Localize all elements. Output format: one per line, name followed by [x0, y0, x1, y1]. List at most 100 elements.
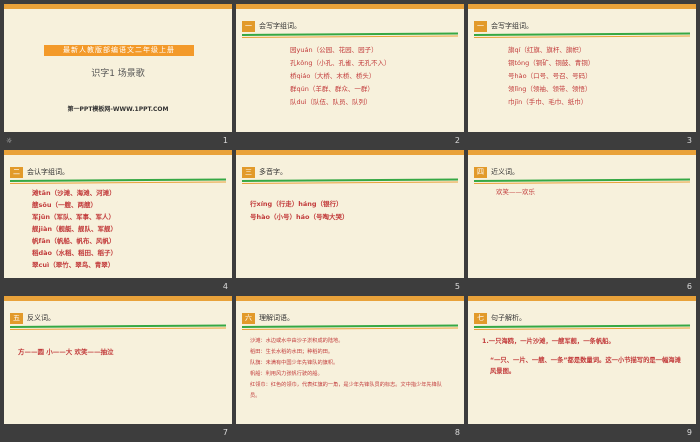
slide-label-3: 3 — [468, 132, 696, 150]
slide-top-bar — [4, 4, 232, 9]
list-item: 红领巾：红色的领巾，代表红旗的一角，是少年先锋队员的标志。文中指少年先锋队员。 — [250, 382, 442, 399]
slide-label-7: 7 — [4, 424, 232, 442]
list-item: 巾jīn（手巾、毛巾、纸巾） — [508, 98, 588, 106]
section-badge: 五 — [10, 313, 23, 324]
slide-thumbnail-4[interactable]: 二 会认字组词。 滩tān（沙滩、海滩、河滩） 艘sōu（一艘、两艘） 军jūn… — [4, 150, 232, 278]
list-item: 军jūn（军队、军事、军人） — [32, 213, 115, 221]
slide-number: 3 — [686, 136, 692, 145]
list-item: 号hào（口号、号召、号码） — [508, 72, 592, 80]
list-item: 孔kǒng（小孔、孔雀、无孔不入） — [290, 59, 391, 67]
slide-top-bar — [236, 150, 464, 155]
section-title: 会认字组词。 — [27, 168, 69, 176]
list-item: 方——圆 小——大 欢笑——抽泣 — [18, 348, 114, 356]
sentence-analysis: 1.一只海鸥，一片沙滩，一艘军舰，一条帆船。 “一只、一片、一艘、一条”都是数量… — [482, 336, 687, 377]
list-item: 舰jiàn（舰艇、舰队、军舰） — [32, 225, 117, 233]
word-list: 欢笑——欢乐 — [496, 186, 535, 199]
section-badge: 一 — [242, 21, 255, 32]
slide-number: 1 — [222, 136, 228, 145]
slide-label-1: ☼ 1 — [4, 132, 232, 150]
definition-list: 沙滩：水边或水中由沙子淤积成的陆地。 稻田：生长水稻的水田；种稻的田。 队旗：未… — [250, 336, 445, 402]
list-item: 领lǐng（领袖、领带、领悟） — [508, 85, 592, 93]
slide-label-9: 9 — [468, 424, 696, 442]
divider-orange — [241, 327, 458, 330]
slide-thumbnail-5[interactable]: 三 多音字。 行xíng（行走）háng（银行） 号hào（小号）háo（号啕大… — [236, 150, 464, 278]
list-item: 铜tóng（铜矿、铜鼓、青铜） — [508, 59, 595, 67]
lesson-title: 识字1 场景歌 — [91, 69, 145, 79]
section-badge: 二 — [10, 167, 23, 178]
section-title: 近义词。 — [491, 168, 519, 176]
slide-label-5: 5 — [236, 278, 464, 296]
divider-orange — [241, 181, 458, 184]
section-title: 会写字组词。 — [491, 22, 533, 30]
word-list: 方——圆 小——大 欢笑——抽泣 — [18, 346, 114, 359]
slide-label-6: 6 — [468, 278, 696, 296]
list-item: 园yuán（公园、花园、园子） — [290, 46, 378, 54]
word-list: 旗qí（红旗、旗杆、旗帜） 铜tóng（铜矿、铜鼓、青铜） 号hào（口号、号召… — [508, 44, 594, 109]
list-item: 艘sōu（一艘、两艘） — [32, 201, 97, 209]
slide-top-bar — [236, 4, 464, 9]
slide-transition-icon: ☼ — [6, 137, 13, 145]
list-item: “一只、一片、一艘、一条”都是数量词。这一小节描写的是一幅海滩风景图。 — [490, 357, 681, 375]
list-item: 滩tān（沙滩、海滩、河滩） — [32, 189, 116, 197]
slide-number: 4 — [222, 282, 228, 291]
slide-top-bar — [4, 150, 232, 155]
list-item: 群qún（羊群、群众、一群） — [290, 85, 374, 93]
slide-thumbnail-3[interactable]: 一 会写字组词。 旗qí（红旗、旗杆、旗帜） 铜tóng（铜矿、铜鼓、青铜） 号… — [468, 4, 696, 132]
section-badge: 三 — [242, 167, 255, 178]
slide-number: 2 — [454, 136, 460, 145]
word-list: 滩tān（沙滩、海滩、河滩） 艘sōu（一艘、两艘） 军jūn（军队、军事、军人… — [32, 187, 117, 271]
slide-top-bar — [468, 150, 696, 155]
list-item: 稻dào（水稻、稻田、稻子） — [32, 249, 118, 257]
list-item: 号hào（小号）háo（号啕大哭） — [250, 213, 349, 221]
list-item: 桥qiáo（大桥、木桥、桥头） — [290, 72, 376, 80]
slide-top-bar — [4, 296, 232, 301]
site-label: 第一PPT模板网-WWW.1PPT.COM — [67, 106, 169, 113]
list-item: 欢笑——欢乐 — [496, 188, 535, 196]
list-item: 翠cuì（翠竹、翠鸟、青翠） — [32, 261, 115, 269]
slide-number: 7 — [222, 428, 228, 437]
section-badge: 七 — [474, 313, 487, 324]
list-item: 沙滩：水边或水中由沙子淤积成的陆地。 — [250, 338, 344, 344]
section-badge: 六 — [242, 313, 255, 324]
section-badge: 一 — [474, 21, 487, 32]
list-item: 帆船：利用风力张帆行驶的船。 — [250, 371, 323, 377]
slide-label-2: 2 — [236, 132, 464, 150]
list-item: 队duì（队伍、队员、队列） — [290, 98, 372, 106]
slide-top-bar — [236, 296, 464, 301]
section-title: 理解词语。 — [259, 314, 294, 322]
section-title: 反义词。 — [27, 314, 55, 322]
section-title: 句子解析。 — [491, 314, 526, 322]
list-item: 队旗：未满有中国少年先锋队的旗帜。 — [250, 360, 339, 366]
section-badge: 四 — [474, 167, 487, 178]
slide-thumbnail-9[interactable]: 七 句子解析。 1.一只海鸥，一片沙滩，一艘军舰，一条帆船。 “一只、一片、一艘… — [468, 296, 696, 424]
slide-number: 9 — [686, 428, 692, 437]
slide-thumbnail-7[interactable]: 五 反义词。 方——圆 小——大 欢笑——抽泣 — [4, 296, 232, 424]
slide-thumbnail-6[interactable]: 四 近义词。 欢笑——欢乐 — [468, 150, 696, 278]
slide-sorter-grid: 最新人教版部编语文二年级上册 识字1 场景歌 第一PPT模板网-WWW.1PPT… — [0, 0, 700, 438]
slide-label-8: 8 — [236, 424, 464, 442]
slide-top-bar — [468, 296, 696, 301]
slide-number: 5 — [454, 282, 460, 291]
divider-orange — [241, 35, 458, 38]
divider-orange — [9, 327, 226, 330]
slide-label-4: 4 — [4, 278, 232, 296]
divider-orange — [473, 327, 690, 330]
list-item: 帆fān（帆船、帆布、风帆） — [32, 237, 116, 245]
slide-number: 8 — [454, 428, 460, 437]
section-title: 多音字。 — [259, 168, 287, 176]
word-list: 行xíng（行走）háng（银行） 号hào（小号）háo（号啕大哭） — [250, 198, 348, 224]
list-item: 行xíng（行走）háng（银行） — [250, 200, 343, 208]
slide-thumbnail-2[interactable]: 一 会写字组词。 园yuán（公园、花园、园子） 孔kǒng（小孔、孔雀、无孔不… — [236, 4, 464, 132]
slide-top-bar — [468, 4, 696, 9]
divider-orange — [473, 35, 690, 38]
divider-orange — [473, 181, 690, 184]
word-list: 园yuán（公园、花园、园子） 孔kǒng（小孔、孔雀、无孔不入） 桥qiáo（… — [290, 44, 391, 109]
divider-orange — [9, 181, 226, 184]
list-item: 旗qí（红旗、旗杆、旗帜） — [508, 46, 586, 54]
slide-thumbnail-1[interactable]: 最新人教版部编语文二年级上册 识字1 场景歌 第一PPT模板网-WWW.1PPT… — [4, 4, 232, 132]
slide-number: 6 — [686, 282, 692, 291]
slide-thumbnail-8[interactable]: 六 理解词语。 沙滩：水边或水中由沙子淤积成的陆地。 稻田：生长水稻的水田；种稻… — [236, 296, 464, 424]
textbook-banner: 最新人教版部编语文二年级上册 — [44, 45, 194, 56]
list-item: 1.一只海鸥，一片沙滩，一艘军舰，一条帆船。 — [482, 338, 615, 345]
list-item: 稻田：生长水稻的水田；种稻的田。 — [250, 349, 334, 355]
